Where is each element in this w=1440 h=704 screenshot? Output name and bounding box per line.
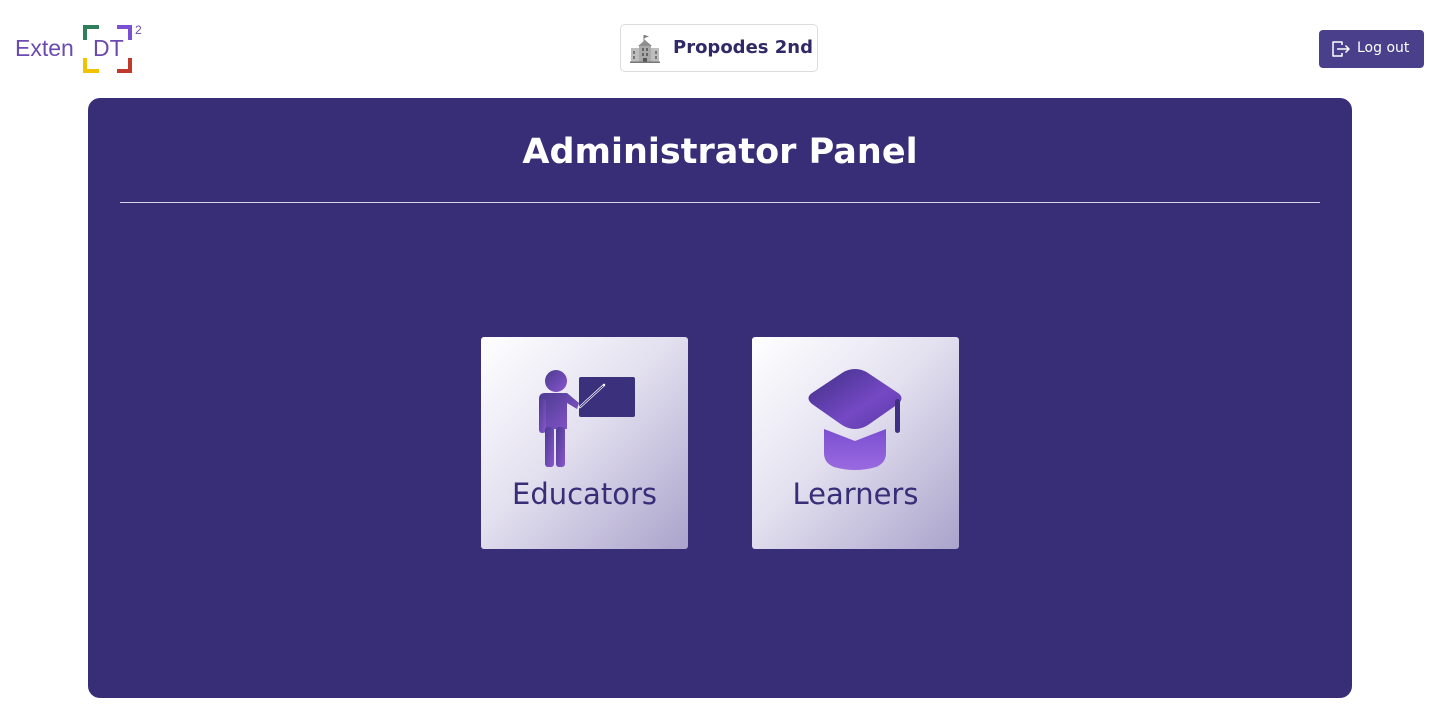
top-bar: Exten DT 2 Propodes 2nd Log out xyxy=(0,0,1440,98)
learners-card[interactable]: Learners xyxy=(752,337,959,549)
learners-label: Learners xyxy=(792,477,919,511)
panel-title: Administrator Panel xyxy=(522,132,918,172)
logo-superscript: 2 xyxy=(135,23,142,37)
panel-divider xyxy=(120,202,1320,203)
educators-card[interactable]: Educators xyxy=(481,337,688,549)
app-logo[interactable]: Exten DT 2 xyxy=(14,22,149,78)
teacher-icon xyxy=(539,370,635,467)
logout-icon xyxy=(1332,41,1350,57)
graduation-cap-icon xyxy=(808,369,902,470)
logout-button[interactable]: Log out xyxy=(1319,30,1424,68)
school-name: Propodes 2nd xyxy=(673,37,813,58)
logout-label: Log out xyxy=(1357,40,1410,56)
school-selector[interactable]: Propodes 2nd xyxy=(620,24,818,72)
educators-label: Educators xyxy=(512,477,657,511)
school-building-icon xyxy=(630,35,660,63)
logo-text-exten: Exten xyxy=(15,35,74,61)
logo-text-dt: DT xyxy=(93,35,124,61)
administrator-panel: Administrator Panel Educators Learners xyxy=(88,98,1352,698)
